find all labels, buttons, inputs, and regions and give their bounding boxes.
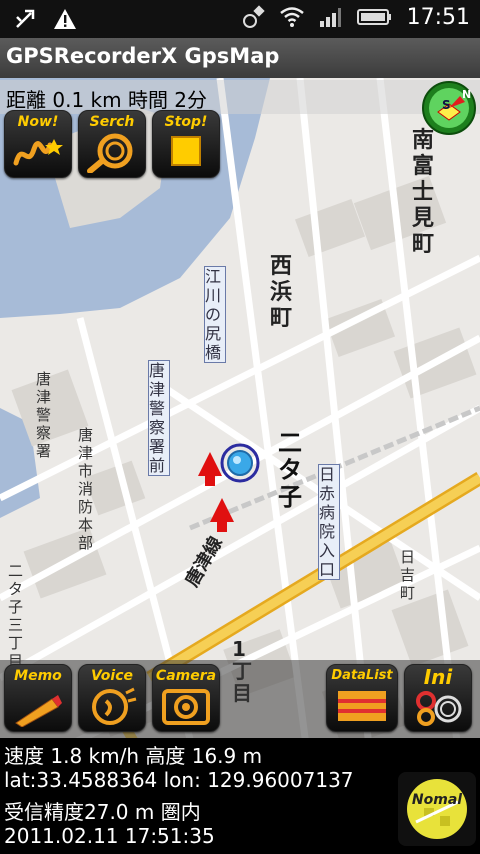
accuracy-text: 受信精度27.0 m 圏内 xyxy=(4,800,201,824)
datalist-button-label: DataList xyxy=(331,668,393,683)
now-button[interactable]: Now! xyxy=(4,110,72,178)
map-label-futago: 二タ子 xyxy=(278,429,302,511)
title-bar: GPSRecorderX GpsMap xyxy=(0,38,480,79)
map-label-minamifujimi: 南富士見町 xyxy=(412,128,435,257)
pencil-icon xyxy=(15,695,62,727)
map-mode-button[interactable]: Nomal xyxy=(398,772,476,846)
warning-icon xyxy=(52,6,78,32)
camera-icon xyxy=(162,689,210,725)
map-label-egawa-bridge: 江川の尻橋 xyxy=(204,266,226,363)
status-bar: 17:51 xyxy=(0,0,480,38)
now-button-label: Now! xyxy=(17,114,59,130)
usb-debug-icon xyxy=(12,6,38,32)
signal-icon xyxy=(317,4,343,30)
lat-lon-text: lat:33.4588364 lon: 129.96007137 xyxy=(4,768,354,792)
map-label-nishihama: 西浜町 xyxy=(270,254,293,331)
memo-button[interactable]: Memo xyxy=(4,664,72,732)
datalist-button[interactable]: DataList xyxy=(326,664,398,732)
voice-button[interactable]: Voice xyxy=(78,664,146,732)
map-label-shipyard: 二タ子三丁目 xyxy=(8,562,24,670)
map-label-kome: 日吉町 xyxy=(400,548,416,602)
datetime-text: 2011.02.11 17:51:35 xyxy=(4,824,215,848)
search-ring-icon xyxy=(87,133,133,173)
datalist-icon xyxy=(338,691,386,721)
map-label-nissan: 日赤病院入口 xyxy=(318,464,340,580)
stop-button-label: Stop! xyxy=(164,114,208,130)
compass-letter-s: S xyxy=(442,98,451,112)
map-mode-label: Nomal xyxy=(411,792,463,808)
clock: 17:51 xyxy=(406,4,470,30)
settings-icon xyxy=(416,691,462,726)
voice-button-label: Voice xyxy=(90,668,134,684)
map-mode-icon xyxy=(407,779,467,839)
stop-icon xyxy=(171,136,201,166)
compass-button[interactable]: S N xyxy=(420,80,478,136)
stop-button[interactable]: Stop! xyxy=(152,110,220,178)
search-button[interactable]: Serch xyxy=(78,110,146,178)
memo-button-label: Memo xyxy=(14,668,62,684)
now-icon xyxy=(13,139,63,166)
map-label-karatsu-station: 唐津警察署前 xyxy=(148,360,170,476)
app-title: GPSRecorderX GpsMap xyxy=(6,44,280,68)
map-label-police: 唐津警察署 xyxy=(36,370,52,460)
distance-time-text: 距離 0.1 km 時間 2分 xyxy=(6,88,208,112)
search-button-label: Serch xyxy=(89,114,135,130)
speed-altitude-text: 速度 1.8 km/h 高度 16.9 m xyxy=(4,744,263,768)
voice-icon xyxy=(92,687,137,725)
compass-letter-n: N xyxy=(462,88,472,101)
gps-icon xyxy=(241,4,267,30)
map-label-fire-dept: 唐津市消防本部 xyxy=(78,426,94,552)
wifi-icon xyxy=(279,4,305,30)
camera-button-label: Camera xyxy=(155,668,217,684)
settings-button[interactable]: Ini xyxy=(404,664,472,732)
battery-icon xyxy=(355,4,395,30)
distance-time-bar: 距離 0.1 km 時間 2分 xyxy=(0,80,480,114)
camera-button[interactable]: Camera xyxy=(152,664,220,732)
